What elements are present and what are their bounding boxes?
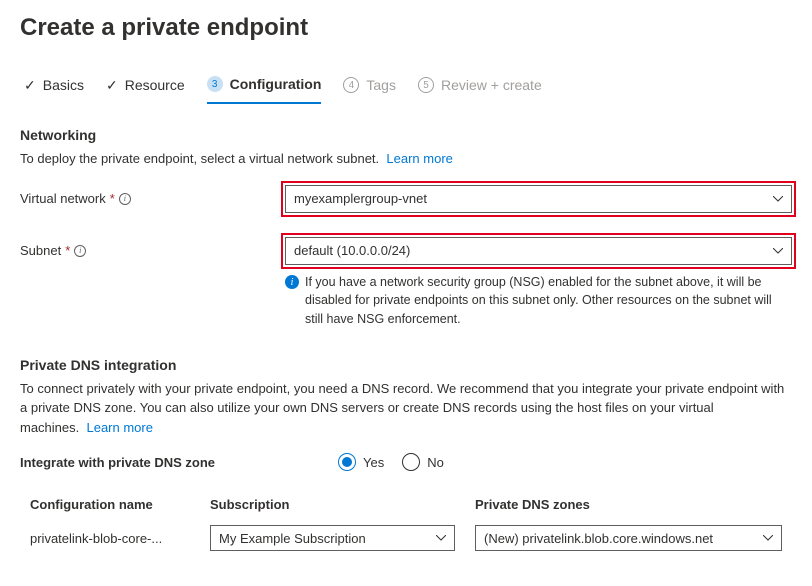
col-config-name: Configuration name [20, 489, 200, 521]
vnet-label: Virtual network * i [20, 191, 285, 206]
radio-selected-icon [338, 453, 356, 471]
subscription-select[interactable]: My Example Subscription [210, 525, 455, 551]
tab-review-create[interactable]: 5 Review + create [418, 71, 542, 103]
required-indicator: * [65, 243, 70, 258]
dns-desc: To connect privately with your private e… [20, 379, 792, 438]
networking-desc: To deploy the private endpoint, select a… [20, 149, 792, 169]
tab-label: Tags [366, 77, 396, 93]
learn-more-link[interactable]: Learn more [386, 151, 452, 166]
networking-heading: Networking [20, 127, 792, 143]
config-name-cell: privatelink-blob-core-... [20, 521, 200, 556]
dns-zone-select[interactable]: (New) privatelink.blob.core.windows.net [475, 525, 782, 551]
info-icon[interactable]: i [74, 245, 86, 257]
step-number: 4 [343, 77, 359, 93]
page-title: Create a private endpoint [20, 14, 792, 42]
vnet-select[interactable]: myexamplergroup-vnet [285, 185, 792, 213]
subnet-select[interactable]: default (10.0.0.0/24) [285, 237, 792, 265]
col-subscription: Subscription [200, 489, 465, 521]
integrate-label: Integrate with private DNS zone [20, 455, 338, 470]
radio-unselected-icon [402, 453, 420, 471]
check-icon: ✓ [106, 77, 118, 94]
tab-resource[interactable]: ✓ Resource [106, 71, 185, 104]
chevron-down-icon [763, 535, 773, 541]
check-icon: ✓ [24, 77, 36, 94]
nsg-note: i If you have a network security group (… [285, 273, 792, 329]
tab-configuration[interactable]: 3 Configuration [207, 70, 322, 104]
info-filled-icon: i [285, 275, 299, 289]
dns-table: Configuration name Subscription Private … [20, 489, 792, 555]
chevron-down-icon [436, 535, 446, 541]
dns-heading: Private DNS integration [20, 357, 792, 373]
step-number: 5 [418, 77, 434, 93]
step-number: 3 [207, 76, 223, 92]
tab-basics[interactable]: ✓ Basics [24, 71, 84, 104]
tab-label: Configuration [230, 76, 322, 92]
col-dns-zones: Private DNS zones [465, 489, 792, 521]
vnet-value: myexamplergroup-vnet [294, 191, 427, 206]
tab-label: Review + create [441, 77, 542, 93]
tab-label: Basics [43, 77, 84, 93]
radio-no[interactable]: No [402, 453, 444, 471]
radio-yes[interactable]: Yes [338, 453, 384, 471]
info-icon[interactable]: i [119, 193, 131, 205]
chevron-down-icon [773, 248, 783, 254]
chevron-down-icon [773, 196, 783, 202]
wizard-tabs: ✓ Basics ✓ Resource 3 Configuration 4 Ta… [20, 70, 792, 105]
table-row: privatelink-blob-core-... My Example Sub… [20, 521, 792, 556]
subnet-label: Subnet * i [20, 243, 285, 258]
required-indicator: * [110, 191, 115, 206]
tab-tags[interactable]: 4 Tags [343, 71, 396, 103]
svg-text:i: i [291, 277, 294, 288]
learn-more-link[interactable]: Learn more [86, 420, 152, 435]
subnet-value: default (10.0.0.0/24) [294, 243, 410, 258]
tab-label: Resource [125, 77, 185, 93]
